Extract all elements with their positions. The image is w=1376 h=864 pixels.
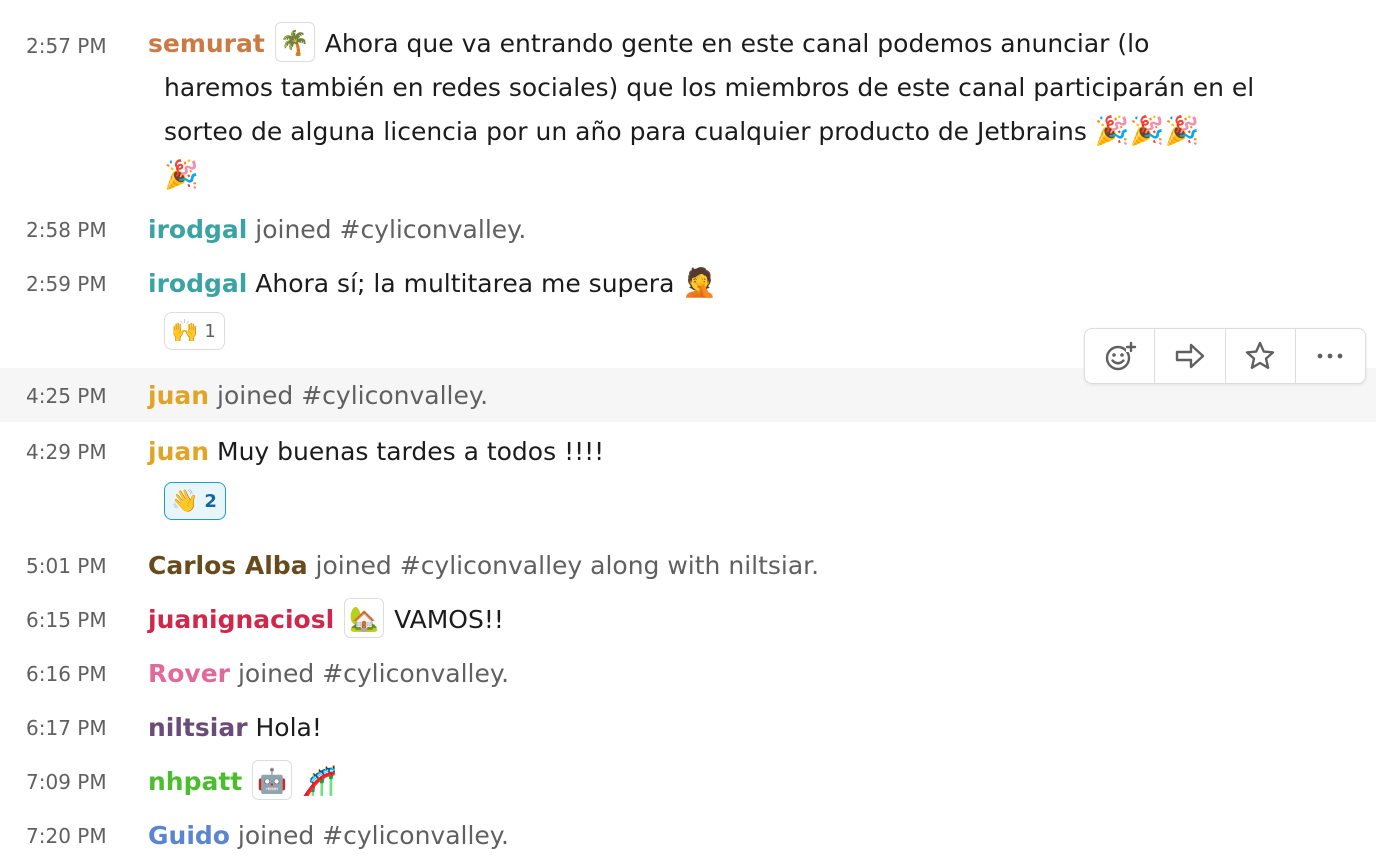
message-text: Muy buenas tardes a todos !!!! [217, 437, 605, 466]
message-text: Hola! [255, 713, 322, 742]
message-line: juan joined #cyliconvalley. [148, 374, 488, 418]
message-line: irodgal Ahora sí; la multitarea me super… [148, 262, 717, 307]
status-emoji-robot-icon[interactable]: 🤖 [252, 760, 293, 800]
message-timestamp[interactable]: 6:17 PM [26, 714, 126, 742]
star-message-button[interactable] [1226, 329, 1296, 383]
username[interactable]: Carlos Alba [148, 551, 308, 580]
share-arrow-icon [1175, 343, 1205, 369]
facepalm-icon: 🤦 [682, 266, 718, 299]
username[interactable]: juan [148, 437, 209, 466]
more-actions-button[interactable] [1296, 329, 1365, 383]
star-icon [1245, 341, 1275, 369]
message-row: 2:58 PM irodgal joined #cyliconvalley. [0, 208, 1376, 254]
message-row: 5:01 PM Carlos Alba joined #cyliconvalle… [0, 544, 1376, 590]
message-timestamp[interactable]: 2:58 PM [26, 216, 126, 244]
message-row: 4:29 PM juan Muy buenas tardes a todos !… [0, 430, 1376, 530]
message-timestamp[interactable]: 2:57 PM [26, 32, 126, 60]
system-message-text: joined #cyliconvalley. [237, 821, 509, 850]
username[interactable]: irodgal [148, 269, 247, 298]
status-emoji-house-icon[interactable]: 🏡 [344, 598, 385, 638]
message-line: nhpatt 🤖 🎢 [148, 760, 337, 805]
message-text: haremos también en redes sociales) que l… [164, 73, 1255, 102]
message-row: 6:15 PM juanignaciosl 🏡 VAMOS!! [0, 598, 1376, 644]
message-line: juanignaciosl 🏡 VAMOS!! [148, 598, 504, 642]
message-text: sorteo de alguna licencia por un año par… [164, 117, 1087, 146]
username[interactable]: juanignaciosl [148, 605, 334, 634]
party-popper-icon: 🎉 [164, 158, 199, 191]
message-text: Ahora sí; la multitarea me supera [255, 269, 675, 298]
message-timestamp[interactable]: 5:01 PM [26, 552, 126, 580]
message-row: 6:17 PM niltsiar Hola! [0, 706, 1376, 752]
waving-hand-icon: 👋 [171, 488, 199, 514]
username[interactable]: Guido [148, 821, 230, 850]
message-line: irodgal joined #cyliconvalley. [148, 208, 526, 252]
message-timestamp[interactable]: 4:25 PM [26, 382, 126, 410]
roller-coaster-icon: 🎢 [302, 764, 338, 797]
add-reaction-button[interactable] [1085, 329, 1156, 383]
message-line: juan Muy buenas tardes a todos !!!! [148, 430, 604, 474]
username[interactable]: irodgal [148, 215, 247, 244]
system-message-text: joined #cyliconvalley. [255, 215, 527, 244]
message-timestamp[interactable]: 4:29 PM [26, 438, 126, 466]
add-reaction-icon [1105, 341, 1136, 371]
message-timestamp[interactable]: 6:15 PM [26, 606, 126, 634]
message-timestamp[interactable]: 7:20 PM [26, 822, 126, 850]
reaction-raised-hands[interactable]: 🙌 1 [164, 312, 225, 350]
system-message-text: joined #cyliconvalley. [237, 659, 510, 688]
message-line: semurat 🌴 Ahora que va entrando gente en… [148, 22, 1149, 66]
message-timestamp[interactable]: 6:16 PM [26, 660, 126, 688]
message-row: 6:16 PM Rover joined #cyliconvalley. [0, 652, 1376, 698]
username[interactable]: niltsiar [148, 713, 248, 742]
username[interactable]: juan [148, 381, 209, 410]
status-emoji-palm-icon[interactable]: 🌴 [274, 22, 315, 62]
system-message-text: joined #cyliconvalley along with niltsia… [315, 551, 820, 580]
message-row: 7:09 PM nhpatt 🤖 🎢 [0, 760, 1376, 806]
reaction-waving-hand[interactable]: 👋 2 [164, 482, 226, 520]
message-line: Guido joined #cyliconvalley. [148, 814, 509, 858]
more-actions-icon [1317, 353, 1343, 359]
system-message-text: joined #cyliconvalley. [217, 381, 489, 410]
message-line: Carlos Alba joined #cyliconvalley along … [148, 544, 819, 588]
message-line: Rover joined #cyliconvalley. [148, 652, 509, 696]
username[interactable]: Rover [148, 659, 230, 688]
message-line: sorteo de alguna licencia por un año par… [164, 110, 1199, 155]
username[interactable]: semurat [148, 29, 265, 58]
reaction-count: 1 [204, 320, 216, 342]
message-timestamp[interactable]: 7:09 PM [26, 768, 126, 796]
party-popper-icon: 🎉🎉🎉 [1094, 114, 1200, 147]
message-row: 2:57 PM semurat 🌴 Ahora que va entrando … [0, 22, 1376, 202]
message-line: niltsiar Hola! [148, 706, 322, 750]
message-text: VAMOS!! [394, 605, 504, 634]
message-timestamp[interactable]: 2:59 PM [26, 270, 126, 298]
message-row: 7:20 PM Guido joined #cyliconvalley. [0, 814, 1376, 860]
username[interactable]: nhpatt [148, 767, 242, 796]
message-text: Ahora que va entrando gente en este cana… [324, 29, 1150, 58]
share-message-button[interactable] [1155, 329, 1226, 383]
raised-hands-icon: 🙌 [171, 318, 199, 344]
reaction-count: 2 [204, 490, 217, 512]
message-actions-toolbar [1084, 328, 1366, 384]
